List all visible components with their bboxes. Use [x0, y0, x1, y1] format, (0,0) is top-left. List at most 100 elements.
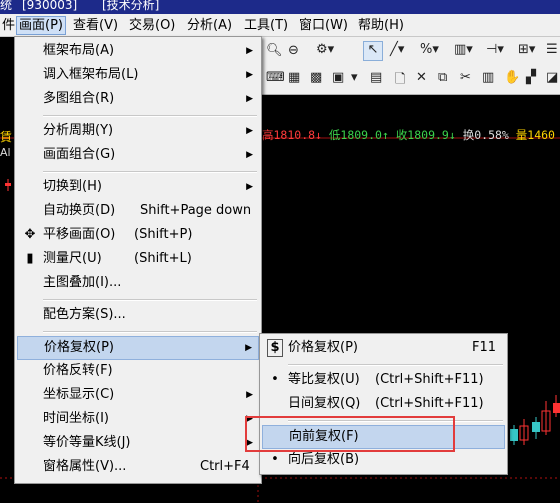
title-fragment: 统	[0, 0, 13, 12]
menu-item-switch-to[interactable]: 切换到(H) ▶	[17, 176, 259, 198]
shortcut-text: (Ctrl+Shift+F11)	[375, 396, 484, 411]
toolbar: 🔍︎ ⊖ ⚙▾ ↖ ╱▾ %▾ ▥▾ ⊣▾ ⊞▾ ☰ ⌨ ▦ ▩ ▣ ▾ ▤ 🗋…	[260, 37, 560, 95]
shortcut-text: Ctrl+F4	[200, 459, 250, 474]
menu-item-label: 测量尺(U)	[43, 251, 102, 266]
menu-item-label: 等价等量K线(J)	[43, 435, 131, 450]
menu-item-label: 价格反转(F)	[43, 363, 113, 378]
menu-item-price-reverse[interactable]: 价格反转(F)	[17, 360, 259, 382]
dollar-icon: $	[267, 339, 283, 357]
menu-item-label: 日间复权(Q)	[288, 396, 361, 411]
zoom-in-icon[interactable]: 🔍︎	[266, 43, 283, 58]
submenu-arrow-icon: ▶	[246, 46, 253, 56]
submenu-arrow-icon: ▶	[246, 94, 253, 104]
pivot-icon[interactable]: ⊣▾	[486, 42, 504, 57]
menu-item-label: 向后复权(B)	[288, 452, 360, 467]
paint-icon[interactable]: ◪	[546, 70, 558, 85]
dropdown-icon[interactable]: ▾	[351, 70, 358, 85]
menu-item-overlay[interactable]: 主图叠加(I)...	[17, 272, 259, 294]
highlight-annotation-box	[245, 416, 455, 452]
keyboard-icon[interactable]: ⌨	[266, 70, 285, 85]
shortcut-text: Shift+Page down	[140, 203, 252, 218]
submenu-arrow-icon: ▶	[246, 126, 253, 136]
image-icon[interactable]: ▣	[332, 70, 344, 85]
grid-icon[interactable]: ⊞▾	[518, 42, 535, 57]
cursor-icon[interactable]: ↖	[363, 41, 383, 61]
menu-item-label: 配色方案(S)...	[43, 307, 126, 322]
menu-item-label: 平移画面(O)	[43, 227, 116, 242]
submenu-item-intraday[interactable]: 日间复权(Q) (Ctrl+Shift+F11)	[262, 393, 505, 415]
menu-item-label: 主图叠加(I)...	[43, 275, 122, 290]
menu-item-label: 等比复权(U)	[288, 372, 360, 387]
menu-item-pane-properties[interactable]: 窗格属性(V)... Ctrl+F4	[17, 456, 259, 478]
turnover-value: 换0.58%	[462, 128, 509, 142]
cut-icon[interactable]: ✂	[460, 70, 471, 85]
menu-screen[interactable]: 画面(P)	[16, 16, 66, 35]
menu-item-load-frame-layout[interactable]: 调入框架布局(L) ▶	[17, 64, 259, 86]
line-tool-icon[interactable]: ╱▾	[390, 42, 404, 57]
menu-item-color-scheme[interactable]: 配色方案(S)...	[17, 304, 259, 326]
menu-item-auto-page[interactable]: 自动换页(D) Shift+Page down	[17, 200, 259, 222]
submenu-item-backward-adjust[interactable]: • 向后复权(B)	[262, 449, 505, 471]
new-document-icon[interactable]: 🗋	[395, 70, 405, 92]
delete-icon[interactable]: ✕	[416, 70, 427, 85]
submenu-item-price-adjust[interactable]: $ 价格复权(P) F11	[262, 337, 505, 359]
menu-item-label: 坐标显示(C)	[43, 387, 115, 402]
menu-item-multi-chart[interactable]: 多图组合(R) ▶	[17, 88, 259, 110]
bar-chart-icon[interactable]: ▥▾	[454, 42, 473, 57]
menu-help[interactable]: 帮助(H)	[356, 17, 406, 34]
menu-analysis[interactable]: 分析(A)	[185, 17, 234, 34]
menu-item-label: 时间坐标(I)	[43, 411, 109, 426]
menu-item-label: 切换到(H)	[43, 179, 102, 194]
menu-separator	[43, 171, 257, 173]
menu-item-ruler[interactable]: ▮ 测量尺(U) (Shift+L)	[17, 248, 259, 270]
menu-item-label: 画面组合(G)	[43, 147, 116, 162]
calendar-icon[interactable]: ▤	[370, 70, 382, 85]
shortcut-text: (Shift+L)	[134, 251, 192, 266]
copy-icon[interactable]: ⧉	[438, 70, 447, 85]
menu-tools[interactable]: 工具(T)	[242, 17, 290, 34]
menu-item-period[interactable]: 分析周期(Y) ▶	[17, 120, 259, 142]
menu-item-time-axis[interactable]: 时间坐标(I) ▶	[17, 408, 259, 430]
percent-icon[interactable]: %▾	[420, 42, 439, 57]
menu-bar: 件 画面(P) 查看(V) 交易(O) 分析(A) 工具(T) 窗口(W) 帮助…	[0, 14, 560, 37]
high-value: 高1810.8↓	[262, 128, 322, 142]
grid-red-icon[interactable]: ▩	[310, 70, 322, 85]
menu-item-label: 框架布局(A)	[43, 43, 115, 58]
menu-separator	[288, 364, 503, 366]
table-icon[interactable]: ▦	[288, 70, 300, 85]
menu-item-frame-layout[interactable]: 框架布局(A) ▶	[17, 40, 259, 62]
ruler-icon: ▮	[26, 251, 34, 266]
menu-separator	[43, 331, 257, 333]
dock-icon[interactable]: ▞	[526, 70, 536, 85]
menu-item-label: 自动换页(D)	[43, 203, 116, 218]
shortcut-text: F11	[472, 340, 497, 355]
report-icon[interactable]: ▥	[482, 70, 494, 85]
price-adjust-submenu: $ 价格复权(P) F11 • 等比复权(U) (Ctrl+Shift+F11)…	[259, 333, 508, 475]
chart-label-fragment: 賃	[0, 130, 13, 144]
menu-item-equivolume[interactable]: 等价等量K线(J) ▶	[17, 432, 259, 454]
zoom-out-icon[interactable]: ⊖	[288, 43, 299, 58]
menu-item-screen-combo[interactable]: 画面组合(G) ▶	[17, 144, 259, 166]
screen-menu: 框架布局(A) ▶ 调入框架布局(L) ▶ 多图组合(R) ▶ 分析周期(Y) …	[14, 36, 262, 484]
menu-item-label: 价格复权(P)	[44, 340, 114, 355]
menu-window[interactable]: 窗口(W)	[297, 17, 350, 34]
menu-separator	[43, 299, 257, 301]
hand-icon[interactable]: ✋	[504, 70, 520, 85]
menu-item-label: 价格复权(P)	[288, 340, 358, 355]
menu-trade[interactable]: 交易(O)	[127, 17, 177, 34]
menu-view[interactable]: 查看(V)	[71, 17, 120, 34]
menu-file-fragment[interactable]: 件	[0, 17, 17, 34]
menu-item-price-adjust[interactable]: 价格复权(P) ▶	[17, 336, 259, 360]
shortcut-text: (Ctrl+Shift+F11)	[375, 372, 484, 387]
volume-value: 量1460	[515, 128, 555, 142]
submenu-arrow-icon: ▶	[245, 343, 252, 353]
list-icon[interactable]: ☰	[546, 42, 558, 57]
low-value: 低1809.0↑	[328, 128, 389, 142]
menu-item-label: 窗格属性(V)...	[43, 459, 127, 474]
submenu-arrow-icon: ▶	[246, 390, 253, 400]
settings-icon[interactable]: ⚙▾	[316, 42, 334, 57]
menu-item-axis-display[interactable]: 坐标显示(C) ▶	[17, 384, 259, 406]
submenu-item-proportional[interactable]: • 等比复权(U) (Ctrl+Shift+F11)	[262, 369, 505, 391]
menu-item-pan[interactable]: ✥ 平移画面(O) (Shift+P)	[17, 224, 259, 246]
menu-item-label: 多图组合(R)	[43, 91, 115, 106]
